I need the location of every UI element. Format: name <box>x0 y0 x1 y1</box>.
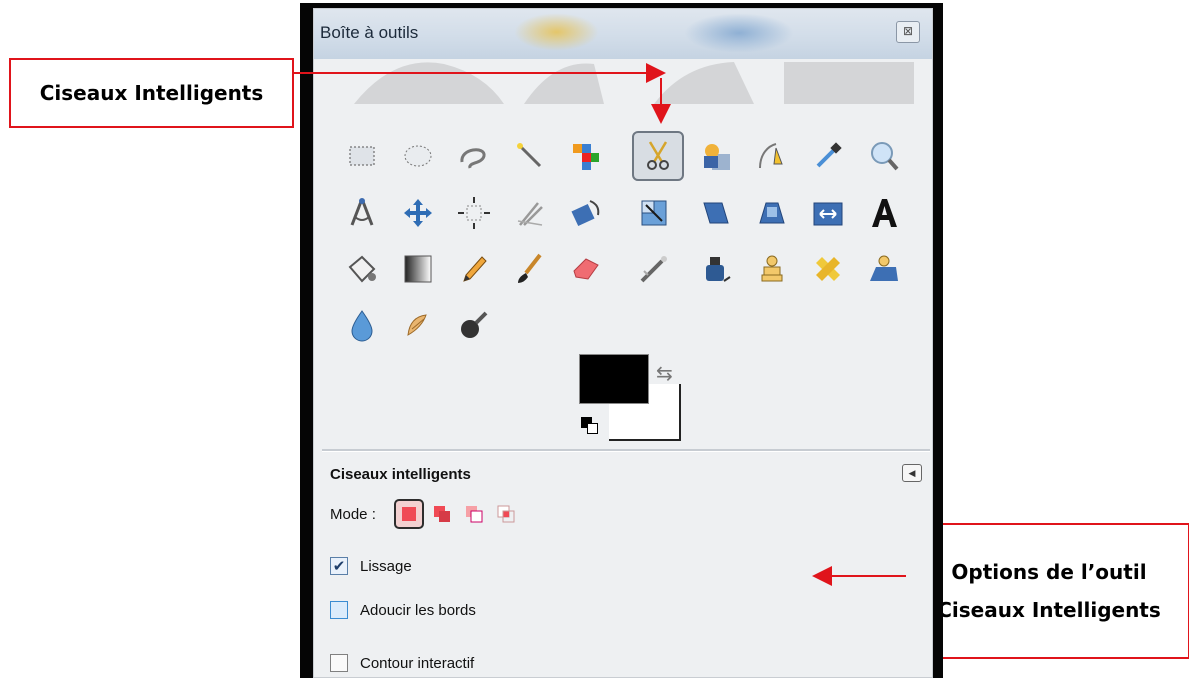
contour-label[interactable]: Contour interactif <box>360 655 474 672</box>
bucket-fill-icon[interactable] <box>340 247 384 291</box>
callout-options: Options de l’outil Ciseaux Intelligents <box>908 523 1189 659</box>
adoucir-option[interactable]: Adoucir les bords <box>330 601 476 619</box>
panel-divider[interactable] <box>322 449 930 452</box>
measure-icon[interactable] <box>340 191 384 235</box>
move-icon[interactable] <box>396 191 440 235</box>
lissage-option[interactable]: ✔ Lissage <box>330 557 412 575</box>
window-title: Boîte à outils <box>320 23 419 42</box>
free-select-icon[interactable] <box>452 134 496 178</box>
flip-icon[interactable] <box>806 191 850 235</box>
paths-icon[interactable] <box>750 134 794 178</box>
foreground-color-swatch[interactable] <box>579 354 649 404</box>
rect-select-icon[interactable] <box>340 134 384 178</box>
lissage-checkbox[interactable]: ✔ <box>330 557 348 575</box>
zoom-icon[interactable] <box>862 134 906 178</box>
title-decoration <box>684 13 794 53</box>
ellipse-select-icon[interactable] <box>396 134 440 178</box>
mode-subtract-button[interactable] <box>462 502 486 526</box>
crop-icon[interactable] <box>508 191 552 235</box>
swap-colors-icon[interactable]: ⇆ <box>656 361 673 386</box>
contour-option[interactable]: Contour interactif <box>330 654 474 672</box>
ink-icon[interactable] <box>694 247 738 291</box>
close-icon[interactable]: ⊠ <box>896 21 920 43</box>
mode-add-button[interactable] <box>430 502 454 526</box>
blur-sharpen-icon[interactable] <box>340 303 384 347</box>
mode-intersect-button[interactable] <box>494 502 518 526</box>
color-select-icon[interactable] <box>564 134 608 178</box>
scale-icon[interactable] <box>632 191 676 235</box>
perspective-icon[interactable] <box>750 191 794 235</box>
callout-options-line2: Ciseaux Intelligents <box>937 598 1161 622</box>
tool-options-title: Ciseaux intelligents <box>330 466 471 483</box>
callout-scissors: Ciseaux Intelligents <box>9 58 294 128</box>
mode-label: Mode : <box>330 506 376 523</box>
contour-checkbox[interactable] <box>330 654 348 672</box>
perspective-clone-icon[interactable] <box>862 247 906 291</box>
lissage-label[interactable]: Lissage <box>360 558 412 575</box>
toolbox-window: Boîte à outils ⊠ ⇆ Ciseaux intelligents … <box>313 8 933 678</box>
callout-scissors-text: Ciseaux Intelligents <box>39 81 264 105</box>
color-picker-icon[interactable] <box>806 134 850 178</box>
rotate-icon[interactable] <box>564 191 608 235</box>
smudge-icon[interactable] <box>396 303 440 347</box>
airbrush-icon[interactable] <box>632 247 676 291</box>
blend-icon[interactable] <box>396 247 440 291</box>
pencil-icon[interactable] <box>452 247 496 291</box>
eraser-icon[interactable] <box>564 247 608 291</box>
align-icon[interactable] <box>452 191 496 235</box>
default-colors-icon[interactable] <box>581 417 599 435</box>
adoucir-checkbox[interactable] <box>330 601 348 619</box>
mode-replace-button[interactable] <box>394 499 424 529</box>
shear-icon[interactable] <box>694 191 738 235</box>
wilber-watermark <box>354 62 914 104</box>
title-bar[interactable]: Boîte à outils ⊠ <box>314 9 932 59</box>
fuzzy-select-icon[interactable] <box>508 134 552 178</box>
title-decoration <box>514 13 599 51</box>
panel-menu-icon[interactable]: ◀ <box>902 464 922 482</box>
callout-options-line1: Options de l’outil <box>951 560 1147 584</box>
paintbrush-icon[interactable] <box>508 247 552 291</box>
foreground-select-icon[interactable] <box>694 134 738 178</box>
scissors-select-icon[interactable] <box>632 131 684 181</box>
text-icon[interactable] <box>862 191 906 235</box>
clone-icon[interactable] <box>750 247 794 291</box>
heal-icon[interactable] <box>806 247 850 291</box>
dodge-burn-icon[interactable] <box>452 303 496 347</box>
toolbox-window-frame: Boîte à outils ⊠ ⇆ Ciseaux intelligents … <box>300 3 943 678</box>
adoucir-label[interactable]: Adoucir les bords <box>360 602 476 619</box>
